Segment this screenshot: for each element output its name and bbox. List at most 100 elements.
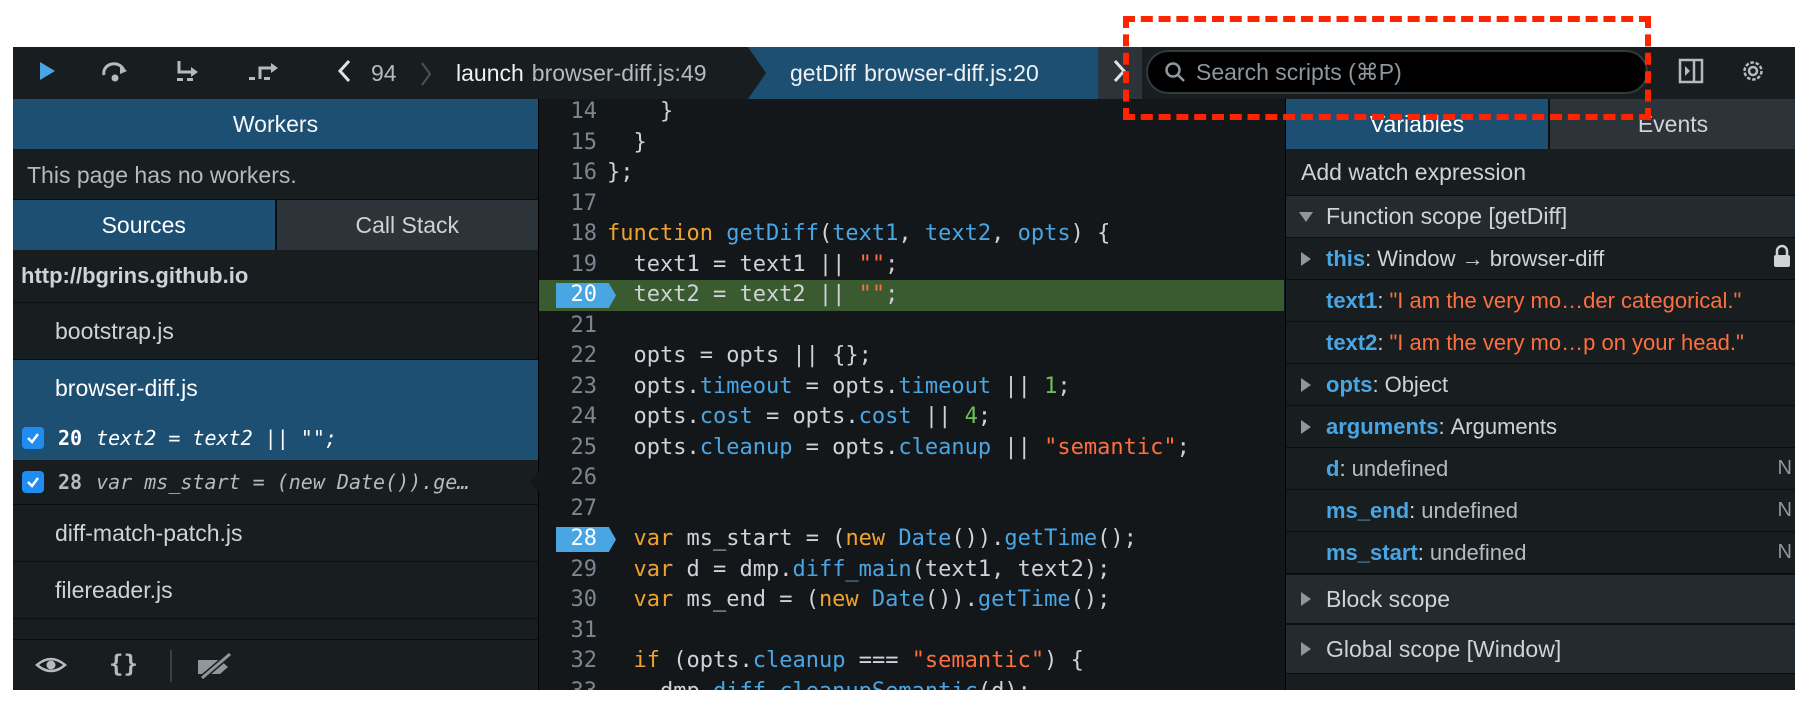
scopes-tabs: Variables Events: [1286, 99, 1795, 149]
braces-icon[interactable]: {}: [109, 650, 138, 678]
search-icon: [1164, 61, 1186, 83]
line-number[interactable]: 26: [539, 463, 598, 494]
add-watch-expression[interactable]: Add watch expression: [1286, 149, 1795, 195]
source-file-bootstrap[interactable]: bootstrap.js: [13, 303, 538, 360]
code-text: function getDiff(text1, text2, opts) {: [607, 219, 1110, 250]
eye-icon[interactable]: [35, 651, 67, 684]
line-number[interactable]: 19: [539, 250, 598, 281]
variable-separator: :: [1365, 245, 1372, 271]
code-text: var ms_start = (new Date()).getTime();: [607, 524, 1137, 555]
variable-value: "I am the very mo…der categorical.": [1389, 287, 1742, 313]
code-token: (text1, text2);: [911, 556, 1111, 582]
code-token: var: [633, 556, 687, 582]
code-token: 1: [1044, 373, 1058, 399]
step-over-button[interactable]: [87, 47, 143, 99]
source-file-diff-match-patch[interactable]: diff-match-patch.js: [13, 504, 538, 562]
variable-row-ms-end[interactable]: ms_end: undefined N: [1286, 490, 1795, 532]
line-number[interactable]: 18: [539, 219, 598, 250]
code-line: 22 opts = opts || {};: [539, 341, 1284, 372]
line-number[interactable]: 25: [539, 433, 598, 464]
global-scope-header[interactable]: Global scope [Window]: [1286, 624, 1795, 674]
breadcrumb-separator-icon: [419, 61, 433, 92]
breakpoint-checkbox[interactable]: [22, 471, 44, 493]
step-over-icon: [100, 59, 130, 88]
breadcrumb-frame-launch[interactable]: launch browser-diff.js:49: [456, 47, 786, 99]
code-line: 31: [539, 616, 1284, 647]
code-token: }: [607, 99, 674, 124]
code-token: (: [818, 221, 833, 246]
line-number[interactable]: 30: [539, 585, 598, 616]
checkmark-icon: [27, 477, 39, 488]
code-token: text1 = text1 ||: [607, 251, 859, 277]
tab-events[interactable]: Events: [1550, 99, 1795, 149]
code-token: ()).: [924, 587, 978, 612]
play-icon: [36, 60, 58, 87]
source-file-filereader[interactable]: filereader.js: [13, 562, 538, 619]
code-token: var: [633, 587, 687, 612]
breadcrumb-overflow[interactable]: 94: [371, 47, 411, 99]
block-scope-header[interactable]: Block scope: [1286, 574, 1795, 624]
source-host[interactable]: http://bgrins.github.io: [13, 250, 538, 303]
variable-row-opts[interactable]: opts: Object: [1286, 364, 1795, 406]
code-token: Date: [898, 526, 952, 551]
workers-header[interactable]: Workers: [13, 99, 538, 149]
code-token: text1: [832, 221, 899, 246]
variable-row-text1[interactable]: text1: "I am the very mo…der categorical.…: [1286, 280, 1795, 322]
code-token: opts.: [607, 373, 700, 399]
variable-name: ms_start: [1326, 539, 1418, 565]
line-number[interactable]: 23: [539, 372, 598, 403]
breadcrumb-breakpoint-row[interactable]: 20 text2 = text2 || "";: [13, 416, 538, 460]
debugger-toolbar: 94 launch browser-diff.js:49 getDiff bro…: [13, 47, 1795, 100]
settings-button[interactable]: [1725, 47, 1781, 99]
breadcrumb-forward-button[interactable]: [1098, 47, 1142, 99]
variable-row-arguments[interactable]: arguments: Arguments: [1286, 406, 1795, 448]
breakpoint-checkbox[interactable]: [22, 427, 44, 449]
step-out-button[interactable]: [235, 47, 291, 99]
variable-row-d[interactable]: d: undefined N: [1286, 448, 1795, 490]
line-number[interactable]: 24: [539, 402, 598, 433]
code-token: ()).: [951, 526, 1005, 551]
variable-row-text2[interactable]: text2: "I am the very mo…p on your head.": [1286, 322, 1795, 364]
tab-sources[interactable]: Sources: [13, 200, 277, 250]
line-number[interactable]: 28: [539, 524, 598, 555]
code-token: function: [607, 221, 727, 246]
code-token: diff_main: [792, 556, 912, 582]
variable-name: arguments: [1326, 413, 1439, 439]
line-number[interactable]: 32: [539, 646, 598, 677]
code-token: = opts.: [792, 373, 899, 399]
step-in-button[interactable]: [161, 47, 217, 99]
line-number[interactable]: 31: [539, 616, 598, 647]
breakpoint-row[interactable]: 28 var ms_start = (new Date()).ge…: [13, 460, 538, 504]
code-token: ;: [1057, 373, 1071, 399]
breakpoint-code: var ms_start = (new Date()).ge…: [96, 470, 470, 494]
code-token: diff_cleanupSemantic: [713, 679, 978, 691]
variable-row-this[interactable]: this: Window → browser-diff: [1286, 238, 1795, 280]
function-scope-header[interactable]: Function scope [getDiff]: [1286, 195, 1795, 238]
line-number[interactable]: 29: [539, 555, 598, 586]
breadcrumb-frame-getdiff[interactable]: getDiff browser-diff.js:20: [748, 47, 1098, 99]
breadcrumb-back-button[interactable]: [329, 47, 359, 99]
source-file-browser-diff[interactable]: browser-diff.js: [13, 360, 538, 416]
line-number[interactable]: 21: [539, 311, 598, 342]
toggle-pane-button[interactable]: [1663, 47, 1719, 99]
variable-row-ms-start[interactable]: ms_start: undefined N: [1286, 532, 1795, 574]
variable-value: "I am the very mo…p on your head.": [1389, 329, 1744, 355]
line-number[interactable]: 20: [539, 280, 598, 311]
disable-breakpoints-icon[interactable]: [196, 651, 234, 685]
line-number[interactable]: 22: [539, 341, 598, 372]
code-editor[interactable]: 14 } 15 } 16}; 17 18 function getDiff(text1, …: [539, 99, 1284, 690]
tab-variables[interactable]: Variables: [1286, 99, 1550, 149]
search-scripts-field[interactable]: [1146, 50, 1648, 94]
line-number[interactable]: 33: [539, 677, 598, 691]
line-number[interactable]: 27: [539, 494, 598, 525]
line-number[interactable]: 14: [539, 99, 598, 128]
tab-call-stack[interactable]: Call Stack: [276, 200, 538, 250]
resume-button[interactable]: [19, 47, 75, 99]
code-text: if (opts.cleanup === "semantic") {: [607, 646, 1084, 677]
line-number[interactable]: 17: [539, 189, 598, 220]
search-scripts-input[interactable]: [1196, 58, 1626, 86]
line-number[interactable]: 15: [539, 128, 598, 159]
line-number[interactable]: 16: [539, 158, 598, 189]
